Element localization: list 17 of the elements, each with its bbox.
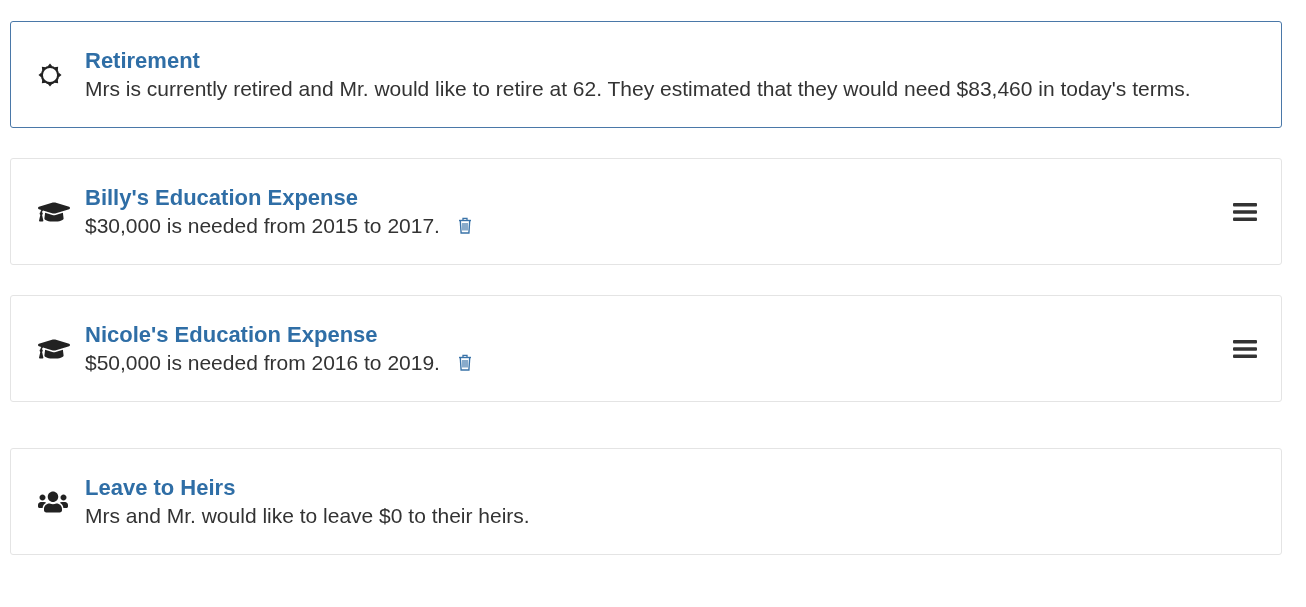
- goal-title-link[interactable]: Nicole's Education Expense: [85, 321, 378, 349]
- delete-button[interactable]: [457, 354, 472, 371]
- goal-description: $50,000 is needed from 2016 to 2019.: [85, 350, 440, 376]
- goal-title-link[interactable]: Billy's Education Expense: [85, 184, 358, 212]
- menu-icon: [1233, 338, 1257, 359]
- sun-icon: [38, 62, 62, 87]
- drag-handle[interactable]: [1233, 201, 1257, 222]
- goal-title-link[interactable]: Leave to Heirs: [85, 474, 236, 502]
- goal-description: Mrs and Mr. would like to leave $0 to their heirs.: [85, 503, 530, 529]
- drag-handle[interactable]: [1233, 338, 1257, 359]
- goal-description: Mrs is currently retired and Mr. would like to retire at 62. They estimated that they would need $83,460 in today's terms.: [85, 76, 1191, 102]
- trash-icon: [457, 217, 472, 234]
- trash-icon: [457, 354, 472, 371]
- menu-icon: [1233, 201, 1257, 222]
- goal-title-link[interactable]: Retirement: [85, 47, 200, 75]
- goal-description: $30,000 is needed from 2015 to 2017.: [85, 213, 440, 239]
- delete-button[interactable]: [457, 217, 472, 234]
